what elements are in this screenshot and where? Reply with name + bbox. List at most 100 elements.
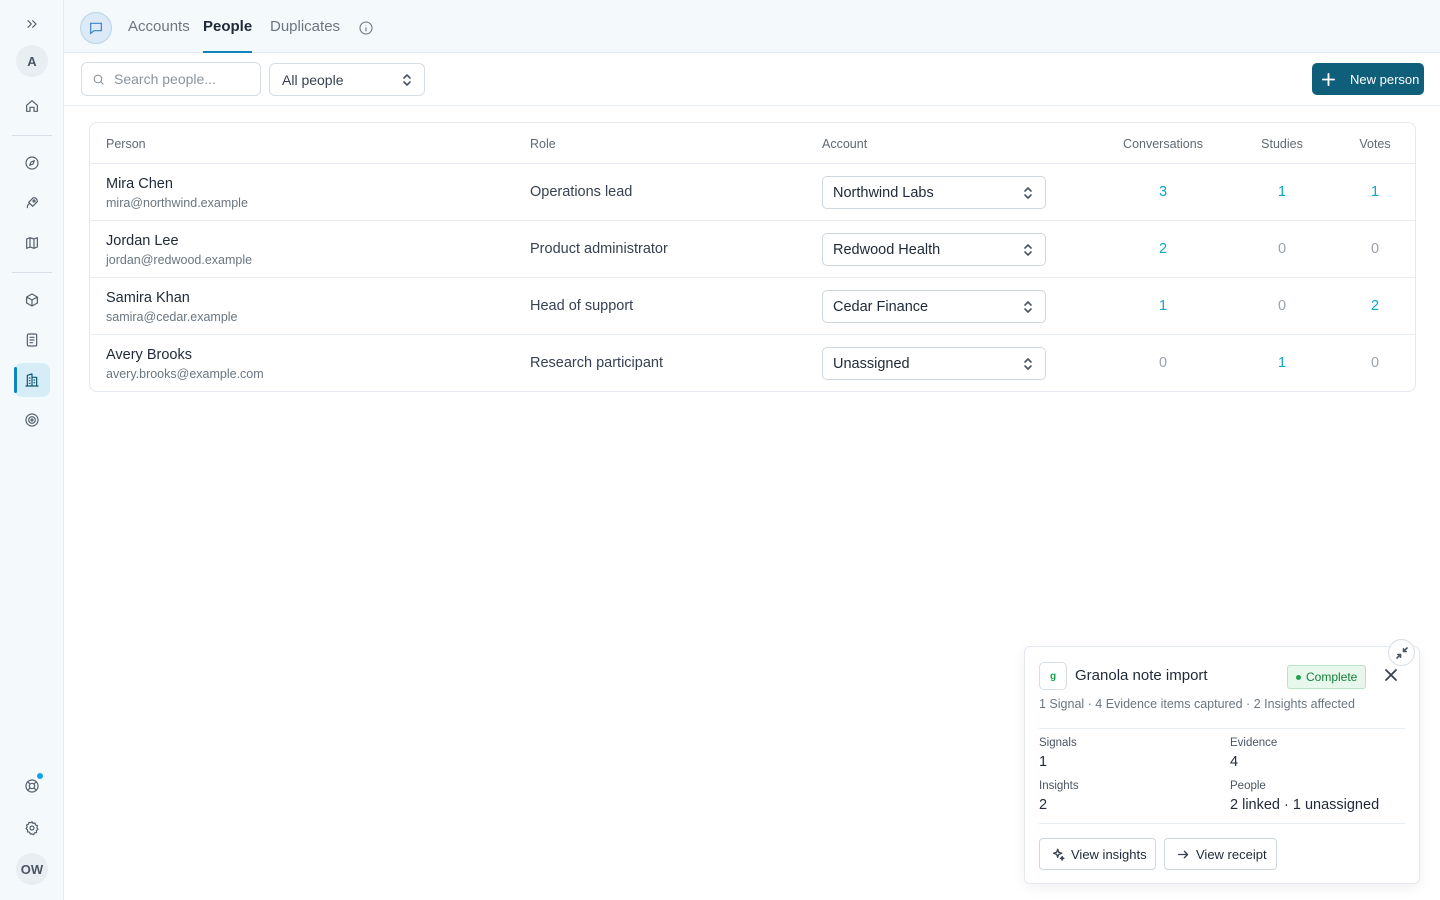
search-input[interactable] bbox=[114, 71, 254, 87]
expand-sidebar-button[interactable] bbox=[14, 7, 50, 41]
home-icon bbox=[26, 100, 38, 112]
lifebuoy-icon bbox=[25, 779, 39, 793]
sidebar-item-launch[interactable] bbox=[14, 186, 50, 220]
person-role: Head of support bbox=[530, 298, 634, 314]
person-name[interactable]: Mira Chen bbox=[106, 176, 173, 192]
votes-count: 0 bbox=[1370, 355, 1380, 371]
status-badge: Complete bbox=[1287, 665, 1367, 689]
sparkle-icon bbox=[1052, 848, 1065, 861]
column-header-votes[interactable]: Votes bbox=[1320, 137, 1415, 151]
account-select[interactable]: Redwood Health bbox=[822, 233, 1046, 266]
info-button[interactable] bbox=[358, 20, 374, 36]
notification-dot bbox=[37, 773, 43, 779]
column-header-person[interactable]: Person bbox=[106, 137, 146, 151]
box-icon bbox=[26, 293, 38, 307]
conversations-count: 0 bbox=[1158, 355, 1168, 371]
people-value: 2 linked · 1 unassigned bbox=[1230, 797, 1380, 813]
table-row[interactable]: Samira Khan samira@cedar.example Head of… bbox=[90, 278, 1415, 335]
new-person-button[interactable]: New person bbox=[1312, 63, 1424, 95]
column-header-account[interactable]: Account bbox=[822, 137, 867, 151]
top-tab-bar: Accounts People Duplicates bbox=[64, 0, 1440, 53]
person-email: mira@northwind.example bbox=[106, 196, 248, 210]
workspace-avatar[interactable]: A bbox=[16, 45, 48, 77]
account-select[interactable]: Unassigned bbox=[822, 347, 1046, 380]
granola-logo: g bbox=[1039, 662, 1067, 690]
sidebar-item-people[interactable] bbox=[14, 363, 50, 397]
settings-button[interactable] bbox=[14, 811, 50, 845]
import-summary: 1 Signal · 4 Evidence items captured · 2… bbox=[1039, 697, 1355, 711]
tab-accounts[interactable]: Accounts bbox=[128, 0, 190, 53]
new-person-label: New person bbox=[1350, 71, 1420, 87]
conversations-count[interactable]: 3 bbox=[1108, 184, 1218, 200]
conversations-count[interactable]: 2 bbox=[1108, 241, 1218, 257]
chevron-up-down-icon bbox=[1023, 300, 1033, 314]
votes-count[interactable]: 2 bbox=[1320, 298, 1415, 314]
search-icon bbox=[93, 74, 104, 85]
gear-icon bbox=[25, 821, 39, 836]
account-select[interactable]: Cedar Finance bbox=[822, 290, 1046, 323]
tab-duplicates[interactable]: Duplicates bbox=[270, 0, 340, 53]
building-icon bbox=[25, 373, 39, 387]
help-button[interactable] bbox=[14, 769, 50, 803]
chevron-up-down-icon bbox=[1023, 186, 1033, 200]
import-status-panel: g Granola note import Complete 1 Signal … bbox=[1024, 646, 1420, 884]
sidebar-divider bbox=[12, 135, 52, 136]
table-row[interactable]: Mira Chen mira@northwind.example Operati… bbox=[90, 164, 1415, 221]
account-select[interactable]: Northwind Labs bbox=[822, 176, 1046, 209]
votes-count[interactable]: 1 bbox=[1320, 184, 1415, 200]
person-name[interactable]: Samira Khan bbox=[106, 290, 190, 306]
tab-people[interactable]: People bbox=[203, 0, 253, 53]
account-value: Cedar Finance bbox=[833, 298, 929, 315]
close-icon bbox=[1385, 669, 1397, 681]
view-insights-button[interactable]: View insights bbox=[1039, 838, 1156, 870]
import-title: Granola note import bbox=[1075, 667, 1208, 684]
sidebar-item-products[interactable] bbox=[14, 283, 50, 317]
account-value: Northwind Labs bbox=[833, 184, 934, 201]
people-label: People bbox=[1230, 780, 1266, 792]
logo-letter: g bbox=[1049, 670, 1057, 682]
sidebar-divider bbox=[12, 272, 52, 273]
table-row[interactable]: Jordan Lee jordan@redwood.example Produc… bbox=[90, 221, 1415, 278]
person-email: jordan@redwood.example bbox=[106, 253, 253, 267]
view-receipt-label: View receipt bbox=[1196, 846, 1267, 862]
column-header-conversations[interactable]: Conversations bbox=[1108, 137, 1218, 151]
chat-bubble-icon bbox=[90, 22, 102, 35]
person-email: samira@cedar.example bbox=[106, 310, 238, 324]
sidebar-item-home[interactable] bbox=[14, 89, 50, 123]
chat-button[interactable] bbox=[80, 12, 112, 44]
person-name[interactable]: Avery Brooks bbox=[106, 347, 192, 363]
evidence-value: 4 bbox=[1230, 754, 1239, 770]
signals-value: 1 bbox=[1039, 754, 1048, 770]
table-row[interactable]: Avery Brooks avery.brooks@example.com Re… bbox=[90, 335, 1415, 391]
chevron-up-down-icon bbox=[1023, 357, 1033, 371]
active-indicator bbox=[14, 367, 17, 393]
document-icon bbox=[26, 333, 38, 347]
minimize-panel-button[interactable] bbox=[1388, 639, 1415, 666]
account-value: Redwood Health bbox=[833, 241, 941, 258]
search-box bbox=[81, 62, 261, 96]
sidebar-item-roadmap[interactable] bbox=[14, 226, 50, 260]
close-panel-button[interactable] bbox=[1383, 667, 1399, 683]
conversations-count[interactable]: 1 bbox=[1108, 298, 1218, 314]
person-role: Research participant bbox=[530, 355, 663, 371]
column-header-role[interactable]: Role bbox=[530, 137, 556, 151]
panel-divider bbox=[1039, 728, 1405, 729]
double-chevron-right-icon bbox=[27, 20, 37, 28]
signals-label: Signals bbox=[1039, 737, 1077, 749]
insights-value: 2 bbox=[1039, 797, 1048, 813]
person-name[interactable]: Jordan Lee bbox=[106, 233, 179, 249]
rocket-icon bbox=[26, 197, 38, 209]
compass-icon bbox=[25, 156, 39, 170]
user-avatar[interactable]: OW bbox=[16, 853, 48, 885]
arrow-right-icon bbox=[1177, 850, 1189, 858]
sidebar-item-documents[interactable] bbox=[14, 323, 50, 357]
sidebar-item-goals[interactable] bbox=[14, 403, 50, 437]
person-role: Product administrator bbox=[530, 241, 668, 257]
view-receipt-button[interactable]: View receipt bbox=[1164, 838, 1277, 870]
target-icon bbox=[25, 413, 39, 427]
panel-divider bbox=[1039, 823, 1405, 824]
sidebar-item-explore[interactable] bbox=[14, 146, 50, 180]
chevron-up-down-icon bbox=[402, 73, 412, 87]
people-filter-select[interactable]: All people bbox=[269, 63, 425, 96]
table-header: Person Role Account Conversations Studie… bbox=[90, 123, 1415, 164]
